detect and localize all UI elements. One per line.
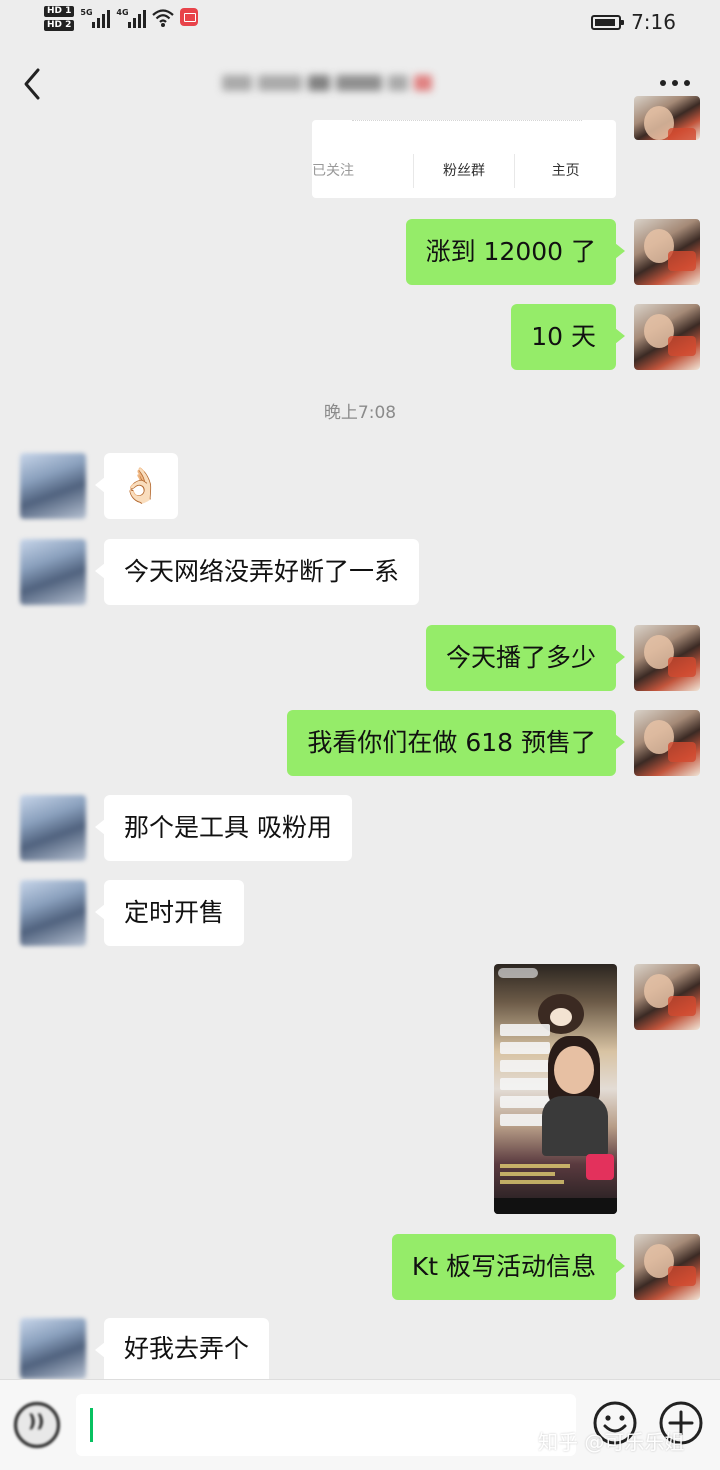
voice-icon[interactable]: [14, 1402, 60, 1448]
hd-badges: HD 1 HD 2: [44, 6, 75, 31]
more-dots-icon[interactable]: [660, 80, 690, 86]
message-bubble[interactable]: 我看你们在做 618 预售了: [287, 710, 625, 776]
message-bubble[interactable]: 涨到 12000 了: [405, 219, 626, 285]
avatar[interactable]: [20, 795, 86, 861]
status-bar: HD 1 HD 2 5G 4G 7:16: [0, 0, 720, 44]
message-bubble[interactable]: 今天播了多少: [425, 625, 626, 691]
message-bubble[interactable]: 好我去弄个: [94, 1318, 270, 1379]
message-input[interactable]: [76, 1394, 576, 1456]
message-bubble[interactable]: 定时开售: [94, 880, 245, 946]
emoji-ok-hand-icon[interactable]: 👌🏻: [95, 453, 178, 519]
card-action-fan-group[interactable]: 粉丝群: [414, 154, 516, 188]
chat-title-blurred: [222, 66, 488, 100]
message-bubble[interactable]: Kt 板写活动信息: [391, 1234, 626, 1300]
avatar[interactable]: [634, 710, 700, 776]
timestamp: 晚上7:08: [323, 403, 397, 423]
livestream-screenshot-image[interactable]: [494, 964, 617, 1214]
chat-title: [0, 50, 1, 51]
card-action-followed[interactable]: 已关注: [312, 154, 414, 188]
avatar[interactable]: [634, 304, 700, 370]
avatar[interactable]: [20, 880, 86, 946]
chat-header: [0, 50, 720, 116]
wifi-icon: [152, 9, 175, 27]
message-bubble[interactable]: 今天网络没弄好断了一系: [94, 539, 420, 605]
text-caret: [90, 1408, 93, 1442]
avatar[interactable]: [634, 219, 700, 285]
avatar[interactable]: [20, 453, 86, 519]
net-4g-label: 4G: [116, 8, 129, 17]
input-bar: [0, 1379, 720, 1470]
chevron-left-icon[interactable]: [18, 64, 48, 104]
shared-profile-card[interactable]: 已关注 粉丝群 主页: [312, 120, 616, 198]
hd2-badge: HD 2: [44, 20, 75, 31]
avatar[interactable]: [20, 1318, 86, 1379]
battery-icon: [591, 14, 625, 30]
watermark: 知乎 @可乐乐姐: [538, 1430, 685, 1454]
signal-5g-icon: 5G: [80, 6, 111, 28]
avatar[interactable]: [634, 1234, 700, 1300]
message-bubble[interactable]: 那个是工具 吸粉用: [95, 795, 352, 861]
message-bubble[interactable]: 10 天: [511, 304, 625, 370]
card-action-homepage[interactable]: 主页: [515, 154, 616, 188]
status-time: 7:16: [631, 10, 676, 34]
hd1-badge: HD 1: [44, 6, 75, 17]
avatar[interactable]: [634, 96, 700, 140]
avatar[interactable]: [634, 625, 700, 691]
avatar[interactable]: [20, 539, 86, 605]
net-5g-label: 5G: [80, 8, 93, 17]
notification-app-icon: [180, 8, 199, 26]
signal-4g-icon: 4G: [116, 6, 147, 28]
card-actions: 已关注 粉丝群 主页: [312, 154, 616, 188]
card-divider: [352, 120, 582, 125]
avatar[interactable]: [634, 964, 700, 1030]
